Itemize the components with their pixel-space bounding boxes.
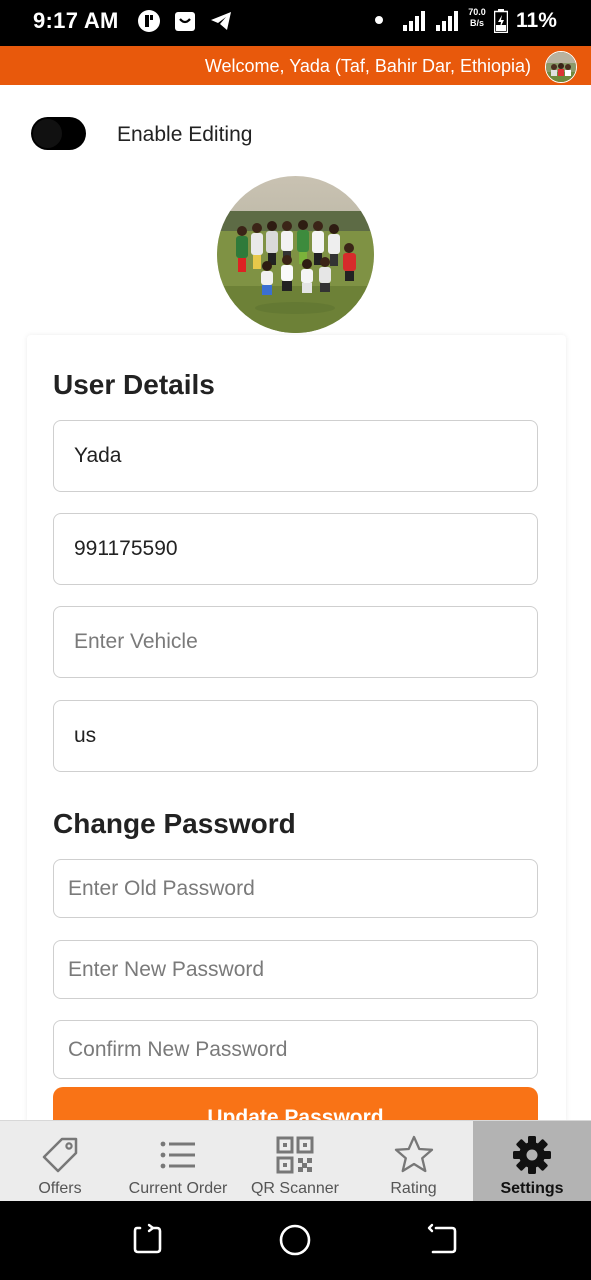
signal-icon [403,11,425,31]
enable-editing-toggle[interactable] [31,117,86,150]
toggle-knob [32,118,63,149]
change-password-title: Change Password [53,808,296,839]
welcome-text: Welcome, Yada (Taf, Bahir Dar, Ethiopia) [204,56,531,76]
nav-offers-label: Offers [38,1180,82,1197]
extra-field[interactable] [53,700,538,772]
list-icon [160,1141,195,1169]
battery-percent: 11% [516,9,557,32]
home-icon[interactable] [278,1223,312,1257]
network-speed-unit: B/s [469,18,484,28]
confirm-password-field[interactable] [53,1020,538,1079]
phone-field[interactable] [53,513,538,585]
profile-photo [217,176,374,333]
nav-settings[interactable]: Settings [473,1121,591,1202]
nav-settings-label: Settings [500,1180,564,1197]
status-bar: 9:17 AM 70.0 B/s 11% [0,0,591,46]
profile-photo-image [217,176,374,333]
nav-qr-scanner[interactable]: QR Scanner [236,1121,354,1202]
nav-qr-scanner-label: QR Scanner [250,1180,340,1197]
bottom-nav: Offers Current Order QR Scanner Rating S… [0,1120,591,1202]
recent-apps-icon[interactable] [131,1223,165,1257]
telegram-icon [211,12,231,30]
vehicle-field[interactable] [53,606,538,678]
qr-code-icon [276,1136,314,1174]
network-speed: 70.0 B/s [466,7,488,29]
nav-rating-label: Rating [390,1180,437,1197]
header-avatar[interactable] [545,51,577,83]
gear-icon [513,1136,551,1174]
user-details-title: User Details [53,369,215,400]
back-icon[interactable] [426,1223,460,1257]
star-icon [394,1135,433,1173]
tag-icon [42,1137,78,1173]
nav-current-order[interactable]: Current Order [120,1121,236,1202]
enable-editing-label: Enable Editing [117,123,253,146]
nav-rating[interactable]: Rating [354,1121,473,1202]
welcome-bar: Welcome, Yada (Taf, Bahir Dar, Ethiopia) [0,46,591,85]
network-speed-value: 70.0 [468,7,486,17]
nav-offers[interactable]: Offers [0,1121,120,1202]
nav-current-order-label: Current Order [128,1180,228,1197]
signal-icon-2 [436,11,458,31]
shopping-bag-icon [175,12,195,31]
notification-dot-icon [375,16,383,24]
android-nav-bar [0,1201,591,1280]
battery-icon [494,9,508,33]
name-field[interactable] [53,420,538,492]
status-time: 9:17 AM [33,8,119,33]
new-password-field[interactable] [53,940,538,999]
app-notification-icon [138,10,160,32]
old-password-field[interactable] [53,859,538,918]
